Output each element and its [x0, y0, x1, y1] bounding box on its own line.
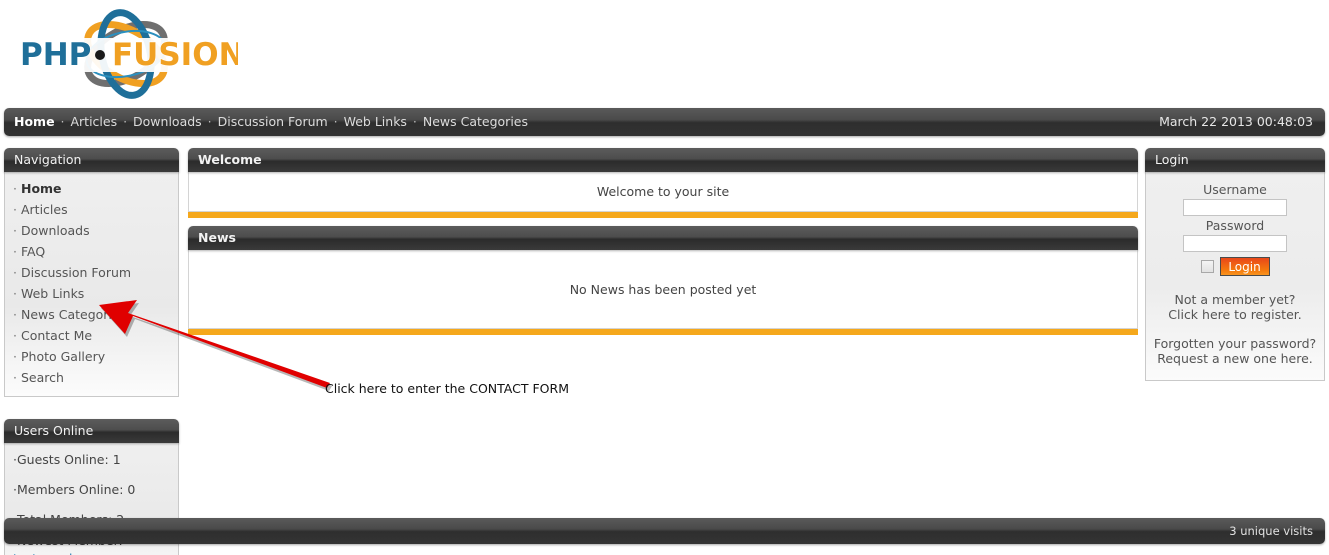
topnav-item-news-categories[interactable]: News Categories [423, 114, 528, 129]
sidebar-item-label[interactable]: Home [21, 181, 62, 196]
news-accent-bar [188, 329, 1138, 335]
bullet-icon: · [13, 202, 17, 217]
bullet-icon: · [13, 265, 17, 280]
phpfusion-logo[interactable]: PHP FUSION [8, 8, 245, 100]
password-input[interactable] [1183, 235, 1287, 252]
sidebar-item-articles[interactable]: · Articles [5, 199, 178, 220]
bullet-icon: · [13, 181, 17, 196]
password-label: Password [1205, 218, 1265, 233]
login-form: Username Password Login Not a member yet… [1145, 172, 1325, 381]
guests-online-row: ·Guests Online: 1 [5, 449, 178, 470]
sidebar-item-web-links[interactable]: · Web Links [5, 283, 178, 304]
bullet-icon: · [13, 349, 17, 364]
login-actions-row: Login [1152, 257, 1318, 276]
topnav-separator: · [329, 114, 342, 129]
sidebar-item-home[interactable]: · Home [5, 178, 178, 199]
sidebar-item-photo-gallery[interactable]: · Photo Gallery [5, 346, 178, 367]
members-online-row: ·Members Online: 0 [5, 479, 178, 500]
logo-graphic: PHP FUSION [14, 9, 245, 99]
login-help-links: Not a member yet? Click here to register… [1152, 292, 1318, 366]
right-sidebar: Login Username Password Login Not a memb… [1145, 148, 1325, 381]
bullet-icon: · [13, 307, 17, 322]
topnav-separator: · [203, 114, 216, 129]
sidebar-item-discussion-forum[interactable]: · Discussion Forum [5, 262, 178, 283]
panel-welcome: Welcome Welcome to your site [188, 148, 1138, 218]
topnav-separator: · [408, 114, 421, 129]
panel-welcome-title: Welcome [188, 148, 1138, 172]
guests-online-text: Guests Online: 1 [16, 452, 121, 467]
newest-member-link-row: testmember [5, 551, 178, 555]
username-label: Username [1203, 182, 1267, 197]
page-root: PHP FUSION Home · Articles · Downloads ·… [0, 0, 1329, 555]
site-header: PHP FUSION [0, 0, 1329, 108]
main-content-column: Welcome Welcome to your site News No New… [188, 148, 1138, 335]
sidebar-item-label[interactable]: Web Links [21, 286, 84, 301]
header-datetime: March 22 2013 00:48:03 [1159, 114, 1313, 129]
bullet-icon: · [13, 328, 17, 343]
sidebar-item-downloads[interactable]: · Downloads [5, 220, 178, 241]
sidebar-item-label[interactable]: Contact Me [21, 328, 92, 343]
bullet-icon: · [13, 244, 17, 259]
panel-users-online-title: Users Online [4, 419, 179, 443]
sidebar-item-news-categories[interactable]: · News Categories [5, 304, 178, 325]
topnav-separator: · [119, 114, 132, 129]
topnav-item-articles[interactable]: Articles [70, 114, 117, 129]
bullet-icon: · [13, 286, 17, 301]
unique-visits-counter: 3 unique visits [1229, 524, 1313, 538]
forgot-password-prompt-line: Forgotten your password? [1153, 336, 1317, 351]
logo-word-fusion: FUSION [112, 37, 238, 73]
remember-me-checkbox[interactable] [1200, 260, 1214, 273]
annotation-label: Click here to enter the CONTACT FORM [325, 381, 569, 396]
sidebar-panel-gap [4, 397, 179, 419]
bullet-icon: · [13, 223, 17, 238]
sidebar-item-label[interactable]: Discussion Forum [21, 265, 131, 280]
forgot-password-link[interactable]: Request a new one here. [1152, 351, 1318, 366]
panel-news: News No News has been posted yet [188, 226, 1138, 335]
top-navigation-bar: Home · Articles · Downloads · Discussion… [4, 108, 1325, 136]
site-footer: 3 unique visits [4, 518, 1325, 544]
panel-navigation-title: Navigation [4, 148, 179, 172]
newest-member-link[interactable]: testmember [13, 551, 90, 555]
forgot-password-block: Forgotten your password? Request a new o… [1152, 336, 1318, 366]
register-link[interactable]: Click here to register. [1152, 307, 1318, 322]
topnav-separator: · [56, 114, 69, 129]
panel-login-title: Login [1145, 148, 1325, 172]
panel-news-title: News [188, 226, 1138, 250]
top-navigation-links: Home · Articles · Downloads · Discussion… [14, 108, 528, 136]
sidebar-item-label[interactable]: Articles [21, 202, 68, 217]
topnav-item-downloads[interactable]: Downloads [133, 114, 202, 129]
main-panel-gap [188, 218, 1138, 226]
sidebar-item-contact-me[interactable]: · Contact Me [5, 325, 178, 346]
topnav-item-web-links[interactable]: Web Links [344, 114, 407, 129]
register-prompt-line: Not a member yet? [1174, 292, 1296, 307]
logo-word-php: PHP [20, 37, 91, 73]
panel-navigation: Navigation · Home · Articles · Downloads · FAQ ·… [4, 148, 179, 397]
members-online-text: Members Online: 0 [16, 482, 136, 497]
sidebar-item-faq[interactable]: · FAQ [5, 241, 178, 262]
sidebar-item-label[interactable]: Downloads [21, 223, 90, 238]
topnav-item-discussion-forum[interactable]: Discussion Forum [218, 114, 328, 129]
panel-login: Login Username Password Login Not a memb… [1145, 148, 1325, 381]
sidebar-item-search[interactable]: · Search [5, 367, 178, 388]
topnav-item-home[interactable]: Home [14, 114, 55, 129]
sidebar-item-label[interactable]: Photo Gallery [21, 349, 105, 364]
sidebar-item-label[interactable]: FAQ [21, 244, 45, 259]
login-button[interactable]: Login [1219, 257, 1270, 276]
news-body: No News has been posted yet [188, 250, 1138, 329]
username-input[interactable] [1183, 199, 1287, 216]
bullet-icon: · [13, 370, 17, 385]
sidebar-item-label[interactable]: News Categories [21, 307, 126, 322]
welcome-body: Welcome to your site [188, 172, 1138, 212]
sidebar-item-label[interactable]: Search [21, 370, 64, 385]
left-sidebar: Navigation · Home · Articles · Downloads · FAQ ·… [4, 148, 179, 555]
navigation-items-list: · Home · Articles · Downloads · FAQ · Discussion … [4, 172, 179, 397]
